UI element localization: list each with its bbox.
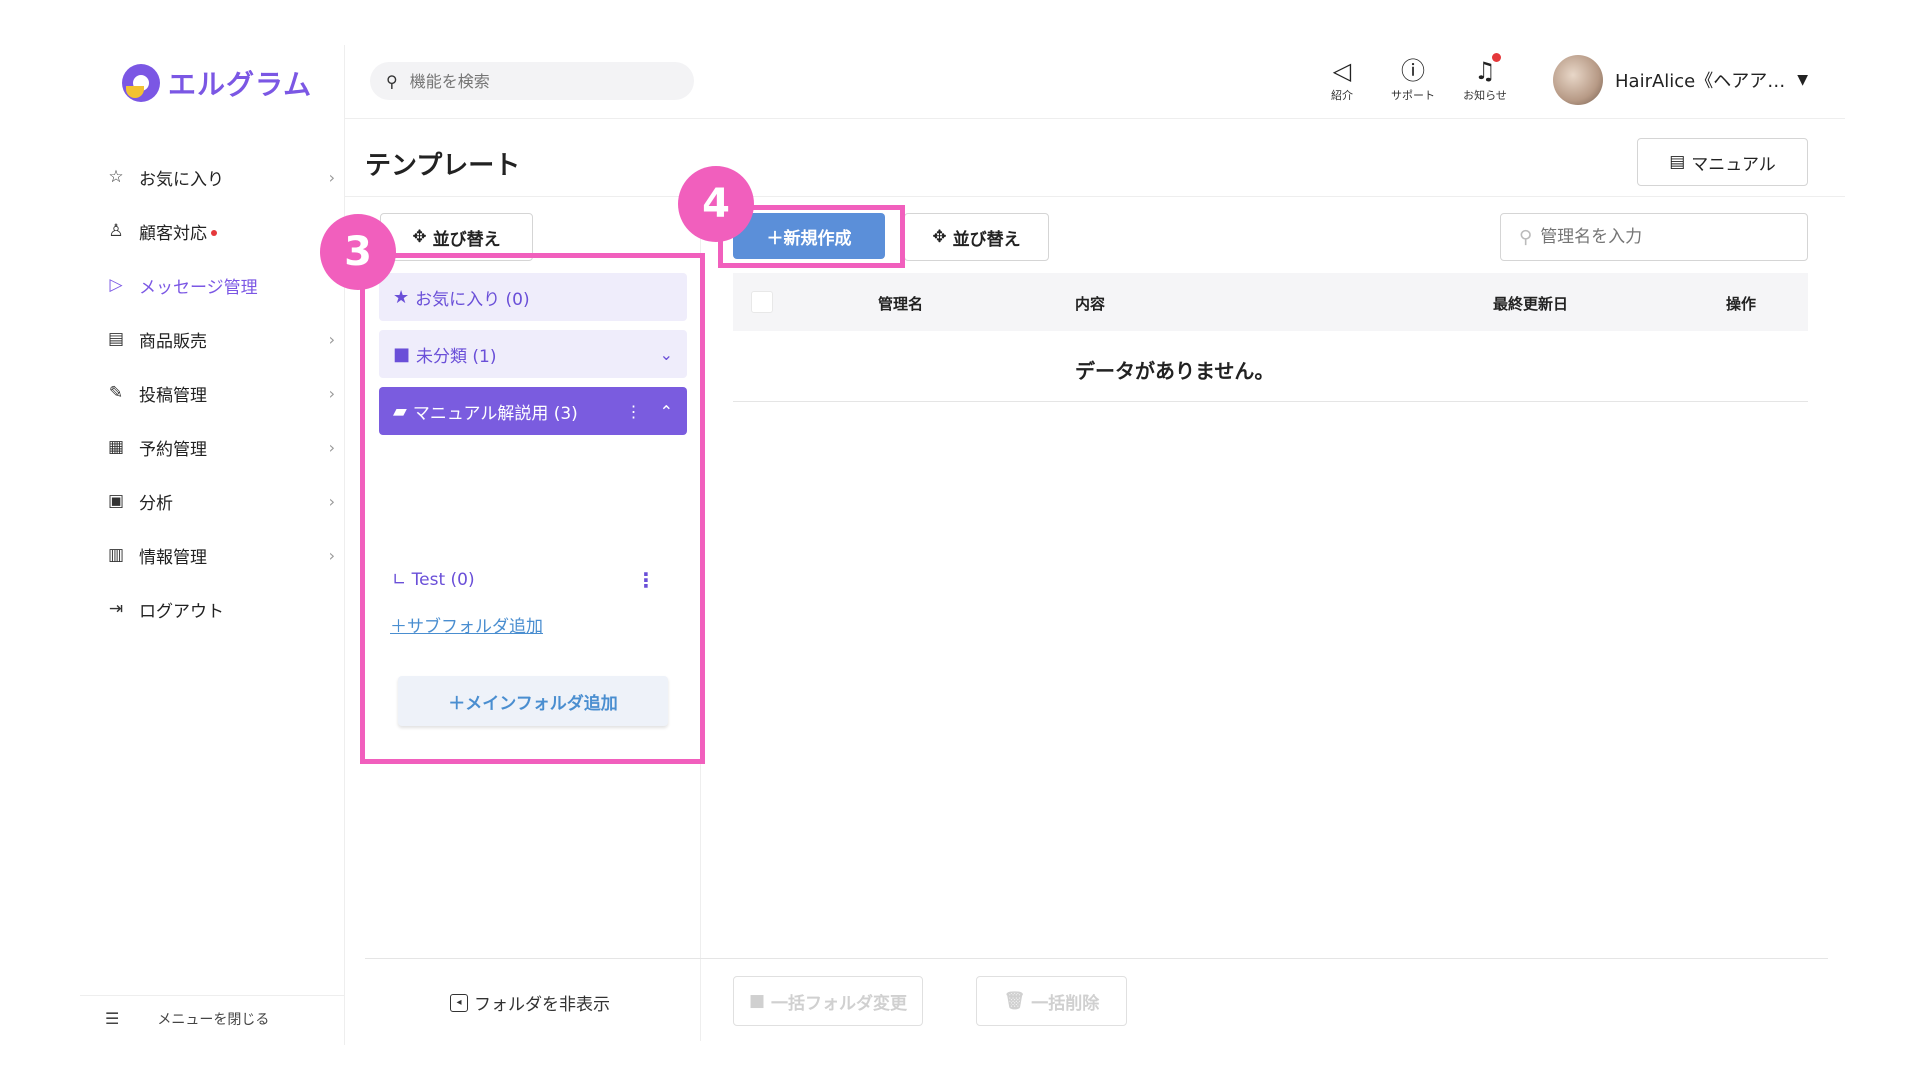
collapse-left-icon: ◂: [450, 993, 468, 1012]
sidebar-item-label: 商品販売: [139, 331, 207, 352]
hide-folder-button[interactable]: ◂ フォルダを非表示: [450, 990, 610, 1015]
search-icon: ⚲: [1519, 226, 1533, 248]
user-name: HairAlice《ヘアア…: [1615, 71, 1786, 92]
sidebar-item-info[interactable]: ▥ 情報管理 ›: [80, 528, 345, 582]
sidebar-item-label: 分析: [139, 493, 173, 514]
feature-search[interactable]: ⚲: [370, 62, 694, 100]
menu-collapse-icon: ☰: [105, 1009, 120, 1028]
sidebar-item-label: 顧客対応: [139, 223, 207, 244]
sidebar-item-analysis[interactable]: ▣ 分析 ›: [80, 474, 345, 528]
bulk-folder-label: 一括フォルダ変更: [771, 993, 908, 1014]
feature-search-input[interactable]: [409, 71, 660, 91]
report-icon: ▣: [107, 491, 125, 511]
manual-button[interactable]: ▤ マニュアル: [1637, 138, 1808, 186]
close-menu-label: メニューを閉じる: [157, 1011, 270, 1028]
calendar-icon: ▦: [107, 437, 125, 457]
search-icon: ⚲: [386, 71, 398, 91]
sidebar-item-logout[interactable]: ⇥ ログアウト: [80, 582, 345, 636]
avatar: [1553, 55, 1603, 105]
sidebar-nav: ☆ お気に入り › ♙ 顧客対応 › ▷ メッセージ管理 ▤ 商品販売 › ✎: [80, 150, 345, 636]
register-icon: ▤: [107, 329, 125, 349]
support-button[interactable]: ⓘ サポート: [1383, 55, 1443, 103]
chevron-right-icon: ›: [328, 167, 335, 187]
send-icon: ▷: [109, 275, 123, 295]
title-divider: [345, 196, 1845, 197]
logo[interactable]: エルグラム: [122, 63, 312, 103]
app: エルグラム ☆ お気に入り › ♙ 顧客対応 › ▷ メッセージ管理 ▤ 商品販…: [0, 0, 1920, 1080]
step-badge-4: 4: [678, 166, 754, 242]
edit-icon: ✎: [108, 383, 124, 403]
move-icon: ✥: [412, 227, 427, 247]
folder-sort-label: 並び替え: [432, 229, 501, 250]
bulk-delete-label: 一括削除: [1031, 993, 1100, 1014]
megaphone-icon: ◁: [1332, 57, 1352, 85]
close-menu-button[interactable]: ☰ メニューを閉じる: [80, 995, 345, 1041]
empty-message: データがありません。: [1075, 359, 1275, 383]
bulk-folder-change-button[interactable]: ■ 一括フォルダ変更: [733, 976, 923, 1026]
chevron-right-icon: ›: [328, 545, 335, 565]
sidebar-item-favorites[interactable]: ☆ お気に入り ›: [80, 150, 345, 204]
column-actions: 操作: [1726, 295, 1757, 313]
logo-mark-icon: [122, 64, 160, 102]
hide-folder-label: フォルダを非表示: [474, 995, 610, 1015]
bell-icon: ♫: [1474, 57, 1496, 85]
header-divider: [345, 118, 1845, 119]
sidebar-item-label: 予約管理: [139, 439, 207, 460]
notifications-label: お知らせ: [1463, 89, 1507, 102]
bar-chart-icon: ▥: [107, 545, 125, 565]
table-divider: [733, 401, 1808, 402]
template-sort-button[interactable]: ✥ 並び替え: [904, 213, 1049, 261]
sidebar-item-label: お気に入り: [139, 169, 224, 190]
user-menu[interactable]: HairAlice《ヘアア… ▼: [1553, 55, 1808, 105]
highlight-box-folders: [360, 253, 705, 764]
sidebar-item-label: メッセージ管理: [139, 277, 258, 298]
referral-button[interactable]: ◁ 紹介: [1312, 55, 1372, 103]
bulk-delete-button[interactable]: 🗑 一括削除: [976, 976, 1127, 1026]
trash-icon: 🗑: [1003, 991, 1026, 1011]
sidebar-item-label: 情報管理: [139, 547, 207, 568]
template-search-input[interactable]: [1540, 227, 1791, 247]
sidebar-item-sales[interactable]: ▤ 商品販売 ›: [80, 312, 345, 366]
folder-icon: ■: [748, 991, 766, 1011]
sidebar-item-reservation[interactable]: ▦ 予約管理 ›: [80, 420, 345, 474]
sidebar-item-message[interactable]: ▷ メッセージ管理: [80, 258, 345, 312]
column-content: 内容: [1075, 295, 1106, 313]
template-sort-label: 並び替え: [952, 229, 1021, 250]
sidebar-item-label: 投稿管理: [139, 385, 207, 406]
caret-down-icon: ▼: [1797, 72, 1809, 88]
logo-text: エルグラム: [168, 68, 313, 101]
sidebar-item-label: ログアウト: [139, 601, 224, 622]
support-label: サポート: [1391, 89, 1435, 102]
column-name: 管理名: [878, 295, 924, 313]
page-title: テンプレート: [365, 151, 521, 181]
chevron-right-icon: ›: [328, 383, 335, 403]
user-icon: ♙: [108, 221, 124, 241]
chevron-right-icon: ›: [328, 437, 335, 457]
chevron-right-icon: ›: [328, 329, 335, 349]
notification-dot: [1492, 53, 1501, 62]
logout-icon: ⇥: [108, 599, 124, 619]
footer-divider: [365, 958, 1828, 959]
table-header: 管理名 内容 最終更新日 操作: [733, 273, 1808, 331]
column-updated: 最終更新日: [1493, 295, 1569, 313]
step-badge-3: 3: [320, 214, 396, 290]
sidebar: エルグラム ☆ お気に入り › ♙ 顧客対応 › ▷ メッセージ管理 ▤ 商品販…: [80, 45, 345, 1045]
notification-dot: [211, 230, 217, 236]
sidebar-item-posts[interactable]: ✎ 投稿管理 ›: [80, 366, 345, 420]
chevron-right-icon: ›: [328, 491, 335, 511]
book-icon: ▤: [1669, 152, 1686, 172]
move-icon: ✥: [932, 227, 947, 247]
template-search[interactable]: ⚲: [1500, 213, 1808, 261]
notifications-button[interactable]: ♫ お知らせ: [1455, 53, 1515, 103]
help-icon: ⓘ: [1401, 57, 1425, 85]
star-icon: ☆: [108, 167, 124, 187]
manual-label: マニュアル: [1691, 154, 1776, 175]
referral-label: 紹介: [1331, 89, 1353, 102]
sidebar-item-customer[interactable]: ♙ 顧客対応 ›: [80, 204, 345, 258]
select-all-checkbox[interactable]: [751, 291, 773, 313]
